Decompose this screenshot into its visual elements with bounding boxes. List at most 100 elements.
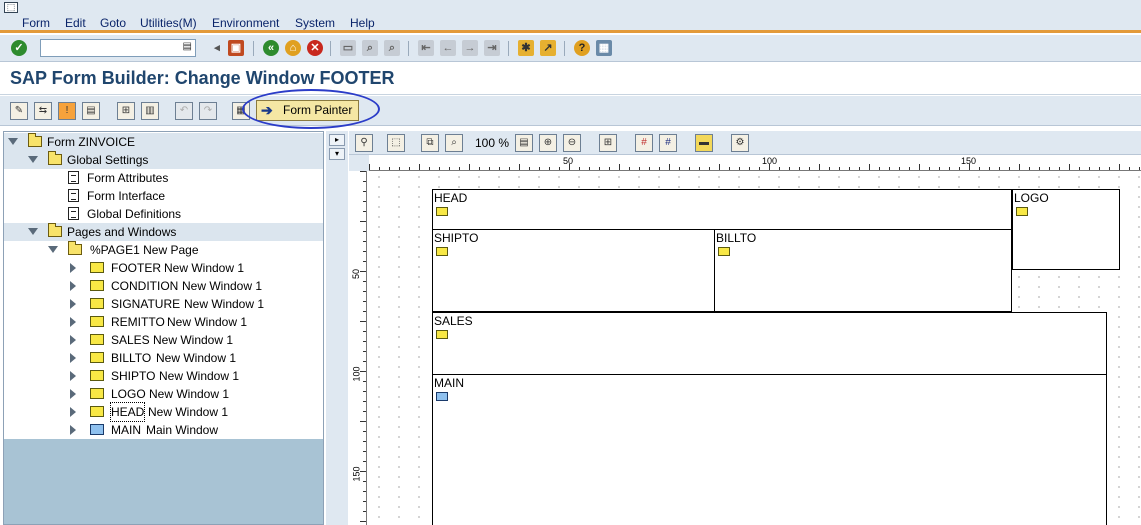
ruler-tick: [859, 167, 860, 170]
tree-global-settings[interactable]: Global Settings: [4, 151, 323, 169]
tree-window-sales[interactable]: SALES New Window 1: [4, 331, 323, 349]
ruler-tick: [1009, 167, 1010, 170]
grid-icon[interactable]: #: [635, 134, 653, 152]
menu-edit[interactable]: Edit: [65, 16, 86, 30]
expand-icon[interactable]: [48, 246, 58, 253]
command-history-icon[interactable]: ▤: [183, 41, 192, 52]
expand-icon[interactable]: [70, 317, 76, 327]
tree-item-global-definitions[interactable]: Global Definitions: [4, 205, 323, 223]
window-billto[interactable]: BILLTO: [714, 229, 1012, 312]
field-list-icon[interactable]: ⊞: [117, 102, 135, 120]
first-page-icon: ⇤: [418, 40, 434, 56]
pin-icon[interactable]: ⚲: [355, 134, 373, 152]
zoom-out-icon[interactable]: ⊖: [563, 134, 581, 152]
shortcut-icon[interactable]: ↗: [540, 40, 556, 56]
select-icon[interactable]: ⬚: [387, 134, 405, 152]
tree-window-billto[interactable]: BILLTO New Window 1: [4, 349, 323, 367]
tree-window-condition[interactable]: CONDITION New Window 1: [4, 277, 323, 295]
expand-icon[interactable]: [28, 156, 38, 163]
zoom-tool-icon[interactable]: ⌕: [445, 134, 463, 152]
zoom-dropdown-icon[interactable]: ▤: [515, 134, 533, 152]
expand-icon[interactable]: [70, 299, 76, 309]
ruler-tick: [729, 167, 730, 170]
copy-window-icon[interactable]: ⧉: [421, 134, 439, 152]
expand-icon[interactable]: [28, 228, 38, 235]
tree-window-main[interactable]: MAIN Main Window: [4, 421, 323, 439]
splitter[interactable]: ▸ ▾: [326, 131, 348, 525]
window-sales[interactable]: SALES: [432, 312, 1107, 375]
collapse-icon[interactable]: ▸: [329, 134, 345, 146]
ruler-tick: [529, 167, 530, 170]
cancel-icon[interactable]: ✕: [307, 40, 323, 56]
form-painter-button[interactable]: ➔ Form Painter: [256, 100, 359, 121]
tree-root[interactable]: Form ZINVOICE: [4, 133, 323, 151]
menu-environment[interactable]: Environment: [212, 16, 279, 30]
expand-icon[interactable]: [70, 263, 76, 273]
expand-icon[interactable]: [70, 389, 76, 399]
expand-icon[interactable]: [8, 138, 18, 145]
tree-window-signature[interactable]: SIGNATURE New Window 1: [4, 295, 323, 313]
window-head[interactable]: HEAD: [432, 189, 1012, 230]
ruler-tick: [363, 181, 366, 182]
redo-icon: ↷: [199, 102, 217, 120]
customize-layout-icon[interactable]: ▦: [596, 40, 612, 56]
ruler-tick: [363, 491, 366, 492]
back-icon[interactable]: «: [263, 40, 279, 56]
help-icon[interactable]: ?: [574, 40, 590, 56]
expand-icon[interactable]: [70, 281, 76, 291]
tree-window-head[interactable]: HEAD New Window 1: [4, 402, 323, 422]
create-session-icon[interactable]: ✱: [518, 40, 534, 56]
window-shipto[interactable]: SHIPTO: [432, 229, 715, 312]
chevron-down-icon[interactable]: ▾: [329, 148, 345, 160]
enter-icon[interactable]: ✓: [11, 40, 27, 56]
exit-icon[interactable]: ⌂: [285, 40, 301, 56]
ruler-tick: [1059, 167, 1060, 170]
tree-window-remitto[interactable]: REMITTO New Window 1: [4, 313, 323, 331]
grid-snap-icon[interactable]: #: [659, 134, 677, 152]
expand-icon[interactable]: [70, 335, 76, 345]
save-icon[interactable]: ▣: [228, 40, 244, 56]
window-icon: [1014, 205, 1028, 216]
menu-utilities[interactable]: Utilities(M): [140, 16, 197, 30]
table-painter-icon[interactable]: ▥: [141, 102, 159, 120]
display-change-icon[interactable]: ⇆: [34, 102, 52, 120]
ruler-tick: [363, 241, 366, 242]
tree-window-shipto[interactable]: SHIPTO New Window 1: [4, 367, 323, 385]
undo-icon: ↶: [175, 102, 193, 120]
tree-pages-and-windows[interactable]: Pages and Windows: [4, 223, 323, 241]
settings-icon[interactable]: ⚙: [731, 134, 749, 152]
tree-item-form-interface[interactable]: Form Interface: [4, 187, 323, 205]
window-icon: [87, 367, 104, 381]
tree-root-label: Form ZINVOICE: [47, 135, 136, 149]
test-icon[interactable]: ▤: [82, 102, 100, 120]
menu-system[interactable]: System: [295, 16, 335, 30]
zoom-in-icon[interactable]: ⊕: [539, 134, 557, 152]
form-painter-icon[interactable]: ▦: [232, 102, 250, 120]
window-main[interactable]: MAIN: [432, 374, 1107, 525]
menu-form[interactable]: Form: [22, 16, 50, 30]
tree-item-form-attributes[interactable]: Form Attributes: [4, 169, 323, 187]
ruler-tick: [999, 167, 1000, 170]
tree-window-logo[interactable]: LOGO New Window 1: [4, 385, 323, 403]
expand-icon[interactable]: [70, 353, 76, 363]
menu-bar: Form Edit Goto Utilities(M) Environment …: [0, 14, 1141, 33]
command-field[interactable]: ▤: [40, 39, 196, 57]
expand-icon[interactable]: [70, 371, 76, 381]
fit-page-icon[interactable]: ⊞: [599, 134, 617, 152]
window-logo[interactable]: LOGO: [1012, 189, 1120, 270]
check-icon[interactable]: !: [58, 102, 76, 120]
system-menu-icon[interactable]: ⬚: [4, 2, 18, 13]
expand-icon[interactable]: [70, 425, 76, 435]
menu-help[interactable]: Help: [350, 16, 375, 30]
ruler-tick: [439, 167, 440, 170]
expand-icon[interactable]: [70, 407, 76, 417]
form-canvas[interactable]: HEAD LOGO SHIPTO BILLTO SALES MAIN: [369, 172, 1141, 525]
ruler-tick: [869, 164, 870, 170]
other-form-icon[interactable]: ✎: [10, 102, 28, 120]
collapse-icon[interactable]: ◂: [209, 40, 225, 56]
tree-window-footer[interactable]: FOOTER New Window 1: [4, 259, 323, 277]
tree-node-label: Global Settings: [67, 153, 149, 167]
ruler-icon[interactable]: ▬: [695, 134, 713, 152]
tree-page[interactable]: %PAGE1 New Page: [4, 241, 323, 259]
menu-goto[interactable]: Goto: [100, 16, 126, 30]
